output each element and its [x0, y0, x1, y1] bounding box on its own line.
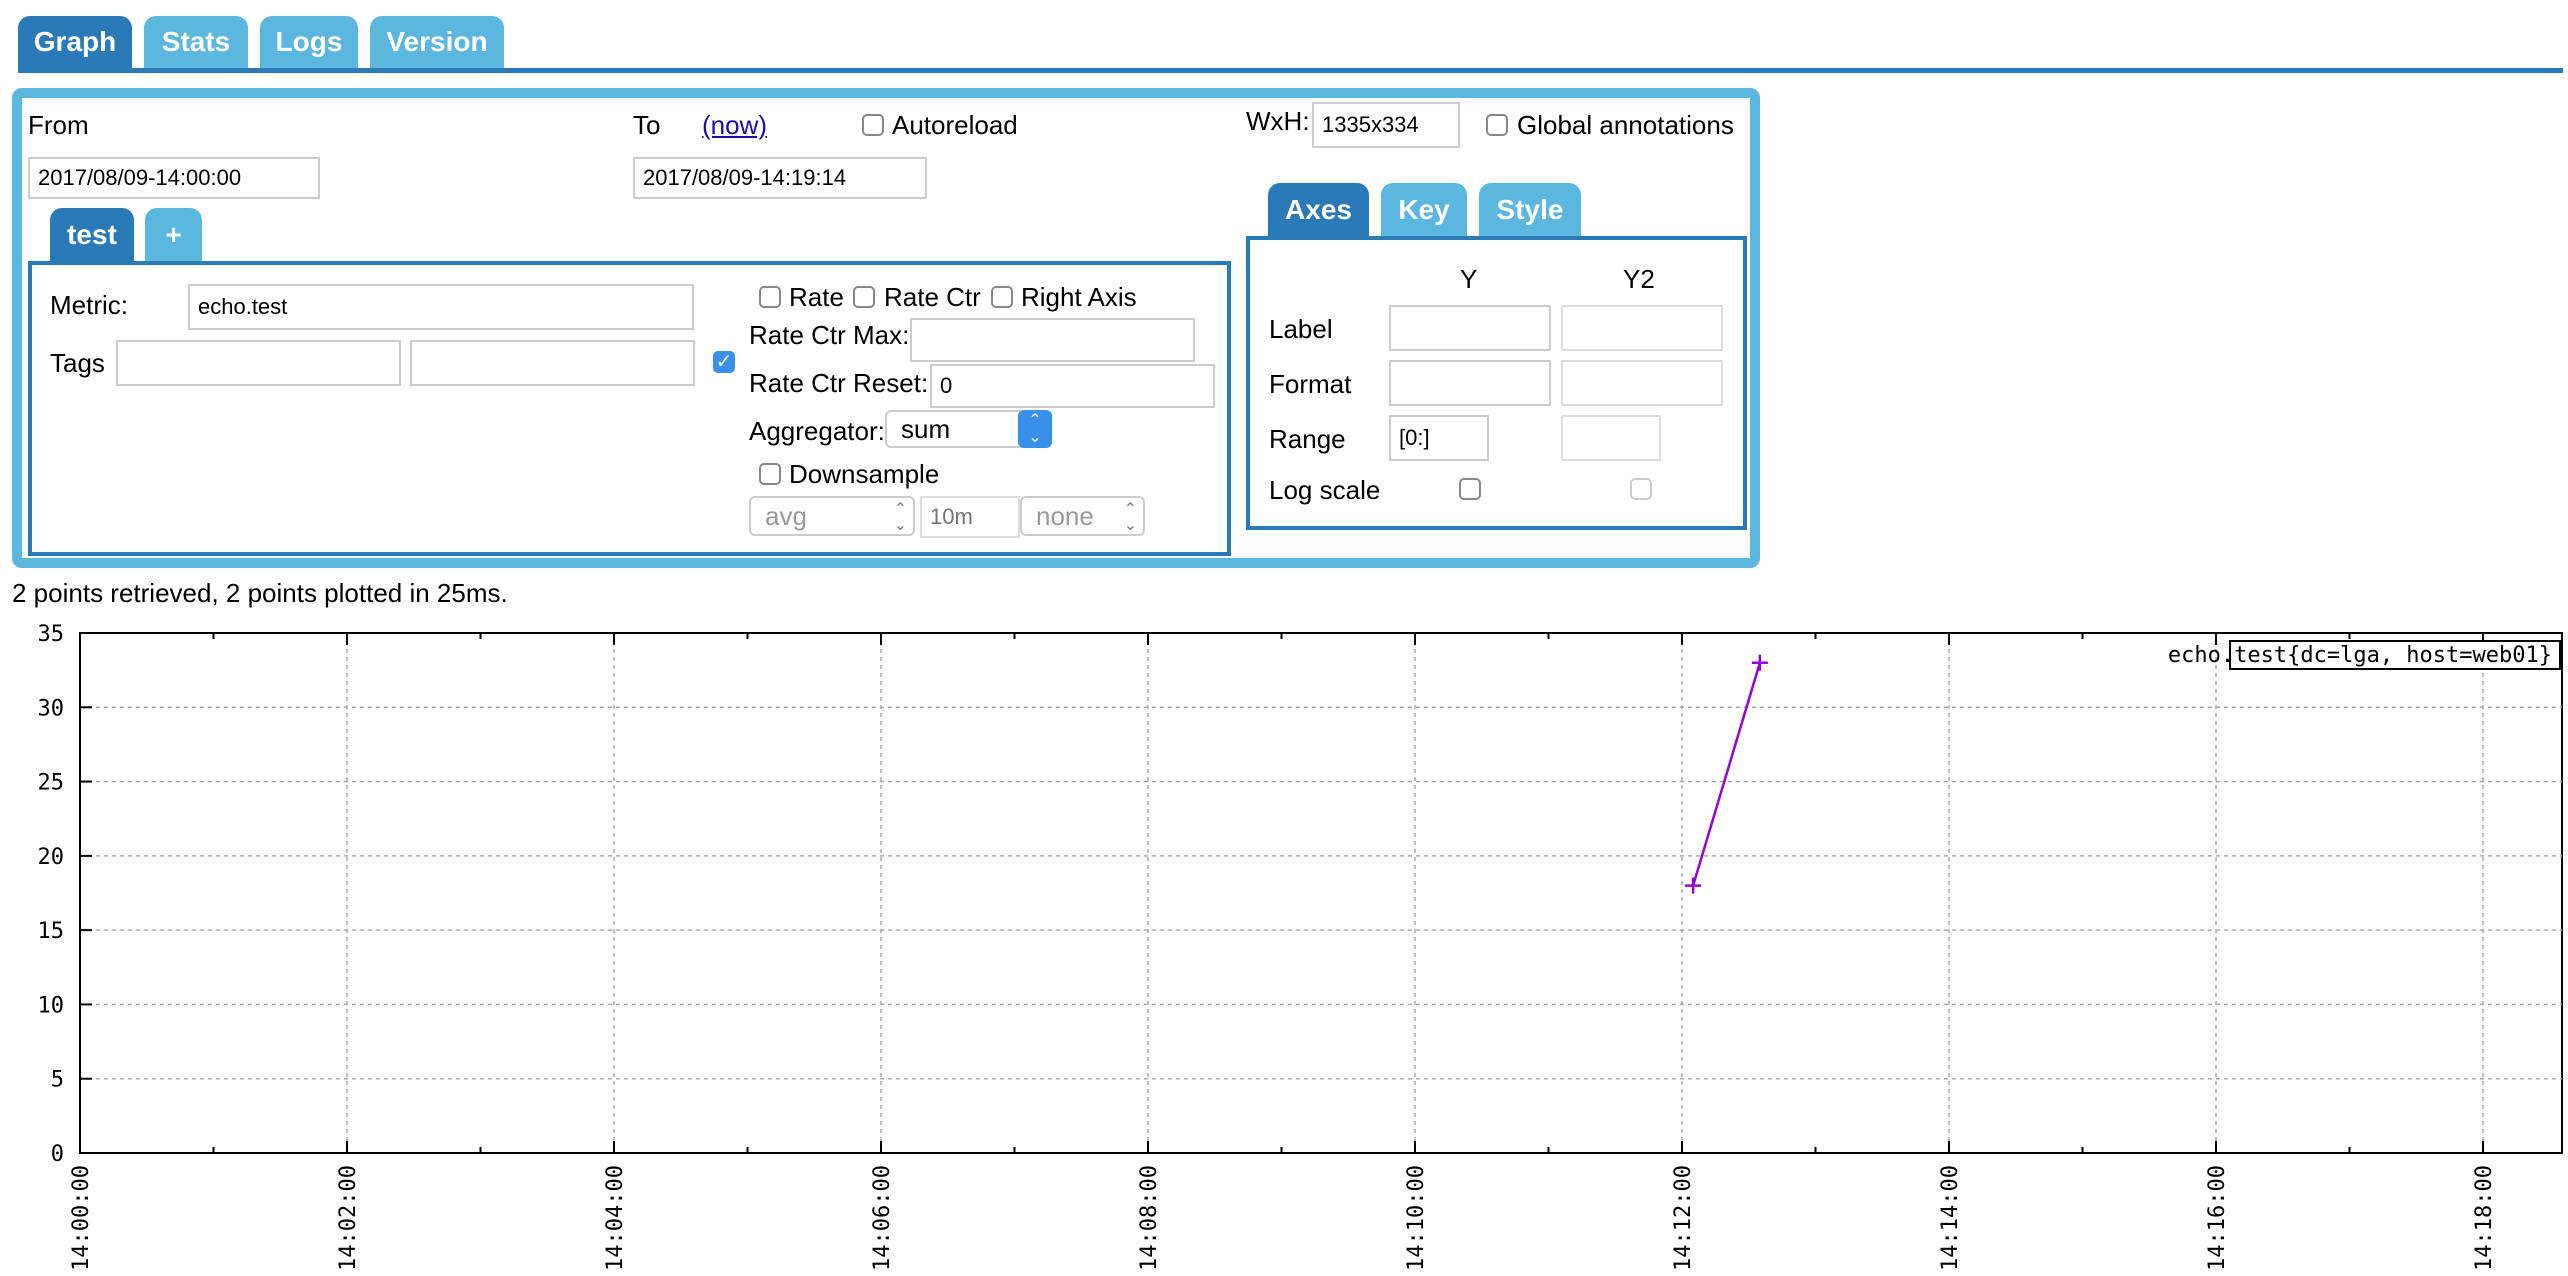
y2-label-input[interactable]: [1561, 305, 1723, 351]
y2-log-scale-checkbox[interactable]: [1630, 478, 1652, 500]
downsample-function-select[interactable]: avg ⌃ ⌄: [749, 496, 915, 536]
to-input[interactable]: [633, 157, 927, 199]
x-tick-label: 14:06:00: [870, 1165, 895, 1271]
y-tick-label: 10: [38, 993, 65, 1018]
downsample-fill-value: none: [1036, 500, 1094, 531]
graph-chart: 0 5 10 15 20 25 30 35 14:00:00 14:02:00 14:04:00 14…: [38, 622, 2563, 1271]
from-label: From: [28, 110, 89, 140]
tab-version[interactable]: Version: [370, 16, 504, 68]
x-tick-label: 14:16:00: [2205, 1165, 2230, 1271]
label-row-label: Label: [1269, 314, 1333, 344]
range-row-label: Range: [1269, 424, 1346, 454]
x-tick-label: 14:14:00: [1938, 1165, 1963, 1271]
tab-axes[interactable]: Axes: [1268, 183, 1369, 237]
rate-ctr-checkbox[interactable]: [853, 286, 875, 308]
global-annotations-checkbox[interactable]: [1486, 114, 1508, 136]
metric-tab-test[interactable]: test: [50, 208, 134, 262]
downsample-fill-select[interactable]: none ⌃ ⌄: [1020, 496, 1145, 536]
data-point: [1685, 877, 1702, 894]
rate-ctr-label: Rate Ctr: [884, 282, 981, 312]
downsample-function-value: avg: [765, 500, 807, 531]
y-log-scale-checkbox[interactable]: [1459, 478, 1481, 500]
wxh-input[interactable]: [1312, 102, 1460, 148]
autoreload-checkbox[interactable]: [862, 114, 884, 136]
downsample-checkbox[interactable]: [759, 463, 781, 485]
y-tick-label: 5: [51, 1068, 64, 1093]
select-arrows-icon: ⌃ ⌄: [1018, 410, 1052, 448]
metric-label: Metric:: [50, 290, 128, 320]
tags-label: Tags: [50, 348, 105, 378]
x-tick-label: 14:18:00: [2472, 1165, 2497, 1271]
downsample-label: Downsample: [789, 459, 940, 489]
x-tick-label: 14:12:00: [1671, 1165, 1696, 1271]
y-tick-label: 35: [38, 622, 65, 647]
tag-value-input[interactable]: [410, 340, 695, 386]
x-tick-label: 14:08:00: [1137, 1165, 1162, 1271]
x-tick-label: 14:10:00: [1404, 1165, 1429, 1271]
right-axis-checkbox[interactable]: [991, 286, 1013, 308]
wxh-label: WxH:: [1246, 106, 1310, 136]
now-link[interactable]: (now): [702, 110, 767, 141]
metric-tab-add[interactable]: +: [145, 208, 202, 262]
x-tick-label: 14:00:00: [69, 1165, 94, 1271]
downsample-interval-input[interactable]: [920, 496, 1020, 538]
rate-ctr-reset-label: Rate Ctr Reset:: [749, 368, 929, 398]
status-text: 2 points retrieved, 2 points plotted in …: [12, 578, 508, 608]
to-label: To: [633, 110, 661, 140]
aggregator-label: Aggregator:: [749, 416, 885, 446]
select-arrows-icon: ⌃ ⌄: [893, 501, 907, 534]
y-range-input[interactable]: [1389, 415, 1489, 461]
x-tick-label: 14:02:00: [336, 1165, 361, 1271]
tag-groupby-checkbox[interactable]: ✓: [713, 351, 735, 373]
select-arrows-icon: ⌃ ⌄: [1123, 501, 1137, 534]
y2-format-input[interactable]: [1561, 360, 1723, 406]
y-label-input[interactable]: [1389, 305, 1551, 351]
y-tick-label: 0: [51, 1142, 64, 1167]
tab-logs[interactable]: Logs: [260, 16, 358, 68]
y2-header: Y2: [1623, 264, 1655, 294]
right-axis-label: Right Axis: [1021, 282, 1137, 312]
aggregator-select[interactable]: sum ⌃ ⌄: [885, 410, 1052, 448]
y2-range-input[interactable]: [1561, 415, 1661, 461]
plot-frame: [79, 632, 2563, 1154]
aggregator-value: sum: [901, 413, 951, 444]
y-tick-label: 30: [38, 696, 65, 721]
tag-key-input[interactable]: [116, 340, 401, 386]
rate-ctr-reset-input[interactable]: [930, 364, 1215, 408]
log-scale-row-label: Log scale: [1269, 475, 1381, 505]
y-format-input[interactable]: [1389, 360, 1551, 406]
autoreload-label: Autoreload: [892, 110, 1018, 140]
tab-key[interactable]: Key: [1381, 183, 1467, 237]
metric-input[interactable]: [188, 284, 694, 330]
y-tick-label: 15: [38, 919, 65, 944]
rate-ctr-max-input[interactable]: [910, 318, 1195, 362]
y-tick-label: 20: [38, 845, 65, 870]
tab-graph[interactable]: Graph: [18, 16, 132, 68]
top-nav: Graph Stats Logs Version: [0, 0, 2568, 74]
tab-style[interactable]: Style: [1479, 183, 1581, 237]
series-line: [1691, 662, 1762, 886]
y-header: Y: [1460, 264, 1478, 294]
rate-checkbox[interactable]: [759, 286, 781, 308]
x-tick-label: 14:04:00: [603, 1165, 628, 1271]
global-annotations-label: Global annotations: [1517, 110, 1734, 140]
format-row-label: Format: [1269, 369, 1352, 399]
tab-stats[interactable]: Stats: [144, 16, 248, 68]
rate-label: Rate: [789, 282, 844, 312]
legend-entry: echo.test{dc=lga, host=web01}: [2168, 643, 2552, 668]
y-tick-label: 25: [38, 771, 65, 796]
rate-ctr-max-label: Rate Ctr Max:: [749, 320, 910, 350]
from-input[interactable]: [28, 157, 320, 199]
nav-underline: [18, 68, 2563, 73]
data-point: [1751, 654, 1768, 671]
